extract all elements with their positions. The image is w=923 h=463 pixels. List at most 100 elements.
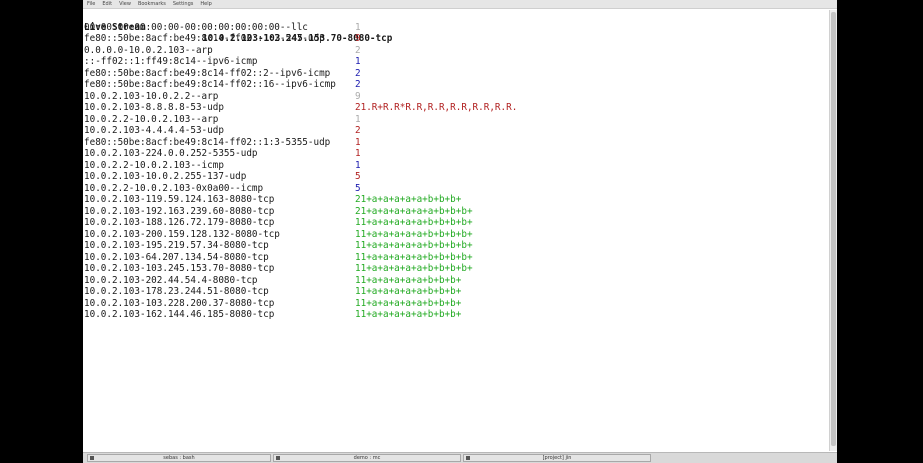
stream-row: 10.0.2.103-103.228.200.37-8080-tcp 11+a+a… xyxy=(84,298,824,310)
task-label: sebas : bash xyxy=(163,455,195,461)
stream-name: 10.0.2.2-10.0.2.103-0x0a00--icmp xyxy=(84,182,264,194)
stream-row: 10.0.2.103-103.245.153.70-8080-tcp 11+a+a… xyxy=(84,263,824,275)
stream-name: 10.0.2.103-4.4.4.4-53-udp xyxy=(84,125,224,136)
stream-name: 10.0.2.103-64.207.134.54-8080-tcp xyxy=(84,251,269,263)
stream-name: fe80::50be:8acf:be49:8c14-ff02::16--ipv6… xyxy=(84,79,336,90)
menu-file[interactable]: File xyxy=(87,0,95,9)
stream-value: 11+a+a+a+a+a+b+b+b+b+ xyxy=(355,251,473,263)
stream-name: 10.0.2.2-10.0.2.103--arp xyxy=(84,113,219,125)
terminal-icon xyxy=(276,456,280,460)
stream-name: ::-ff02::1:ff49:8c14--ipv6-icmp xyxy=(84,56,258,67)
live-stream-header: Live Stream 10.0.2.103-103.245.153.70-80… xyxy=(84,10,824,45)
stream-name: 10.0.2.103-202.44.54.4-8080-tcp xyxy=(84,274,258,286)
stream-row: 10.0.2.103-178.23.244.51-8080-tcp 11+a+a+… xyxy=(84,286,824,298)
stream-value: 21.R+R.R*R.R,R.R,R.R,R.R,R.R. xyxy=(355,102,518,113)
stream-value: 2 xyxy=(355,44,361,56)
stream-name: 0.0.0.0-10.0.2.103--arp xyxy=(84,44,213,56)
stream-row: 0.0.0.0-10.0.2.103--arp 2 xyxy=(84,45,824,57)
stream-value: 9 xyxy=(355,90,361,102)
stream-row: 10.0.2.2-10.0.2.103--icmp 1 xyxy=(84,160,824,172)
stream-row: 10.0.2.103-4.4.4.4-53-udp 2 xyxy=(84,125,824,137)
menu-bar: File Edit View Bookmarks Settings Help xyxy=(83,0,837,9)
task-label: demo : mc xyxy=(353,455,381,461)
stream-value: 1 xyxy=(355,136,361,148)
stream-value: 1 xyxy=(355,21,361,33)
stream-value: 11+a+a+a+a+a+b+b+b+b+ xyxy=(355,217,473,228)
menu-view[interactable]: View xyxy=(119,0,131,9)
stream-value: 11+a+a+a+a+a+b+b+b+ xyxy=(355,286,462,297)
stream-value: 5 xyxy=(355,182,361,194)
terminal-output[interactable]: Live Stream 10.0.2.103-103.245.153.70-80… xyxy=(83,10,828,451)
menu-help[interactable]: Help xyxy=(200,0,211,9)
stream-value: 1 xyxy=(355,159,361,171)
stream-row: fe80::50be:8acf:be49:8c14-ff02::16--ipv6… xyxy=(84,79,824,91)
stream-row: 10.0.2.103-188.126.72.179-8080-tcp 11+a+a… xyxy=(84,217,824,229)
task-project-jin[interactable]: [project] jin xyxy=(463,454,651,462)
stream-value: 11+a+a+a+a+a+b+b+b+ xyxy=(355,297,462,309)
menu-edit[interactable]: Edit xyxy=(102,0,112,9)
terminal-icon xyxy=(90,456,94,460)
stream-name: 00:00:00:00:00:00-00:00:00:00:00:00--llc xyxy=(84,21,308,33)
stream-name: 10.0.2.103-119.59.124.163-8080-tcp xyxy=(84,194,275,205)
stream-row: 10.0.2.103-64.207.134.54-8080-tcp 11+a+a+… xyxy=(84,252,824,264)
stream-name: 10.0.2.103-8.8.8.8-53-udp xyxy=(84,102,224,113)
stream-row: 10.0.2.103-200.159.128.132-8080-tcp 11+a+… xyxy=(84,229,824,241)
stream-row: 00:00:00:00:00:00-00:00:00:00:00:00--llc… xyxy=(84,22,824,34)
stream-value: 11+a+a+a+a+a+b+b+b+ xyxy=(355,274,462,286)
stream-name: 10.0.2.103-192.163.239.60-8080-tcp xyxy=(84,205,275,217)
task-demo-mc[interactable]: demo : mc xyxy=(273,454,461,462)
stream-row: 10.0.2.2-10.0.2.103-0x0a00--icmp 5 xyxy=(84,183,824,195)
stream-row: 10.0.2.103-8.8.8.8-53-udp 21.R+R.R*R.R,R.… xyxy=(84,102,824,114)
stream-name: 10.0.2.103-162.144.46.185-8080-tcp xyxy=(84,309,275,320)
stream-row: fe80::50be:8acf:be49:8c14-ff02::1:3-5355… xyxy=(84,137,824,149)
stream-name: fe80::50be:8acf:be49:8c14-ff02::1:3-5355… xyxy=(84,136,331,148)
stream-name: 10.0.2.103-103.228.200.37-8080-tcp xyxy=(84,297,275,309)
menu-bookmarks[interactable]: Bookmarks xyxy=(138,0,166,9)
stream-row: 10.0.2.103-202.44.54.4-8080-tcp 11+a+a+a+… xyxy=(84,275,824,287)
stream-name: fe80::50be:8acf:be49:8c14-ff02::2--ipv6-… xyxy=(84,67,331,79)
stream-name: fe80::50be:8acf:be49:8c14-ff02::1:2-547-… xyxy=(84,33,325,44)
stream-value: 11+a+a+a+a+a+b+b+b+ xyxy=(355,309,462,320)
stream-row: fe80::50be:8acf:be49:8c14-ff02::2--ipv6-… xyxy=(84,68,824,80)
task-sebas-bash[interactable]: sebas : bash xyxy=(87,454,271,462)
stream-row: 10.0.2.103-119.59.124.163-8080-tcp 21+a+a… xyxy=(84,194,824,206)
stream-name: 10.0.2.103-195.219.57.34-8080-tcp xyxy=(84,240,269,251)
stream-value: 5 xyxy=(355,171,361,182)
stream-value: 1 xyxy=(355,113,361,125)
stream-row: 10.0.2.103-10.0.2.255-137-udp 5 xyxy=(84,171,824,183)
task-label: [project] jin xyxy=(542,455,572,461)
stream-value: 2 xyxy=(355,79,361,90)
stream-value: 2 xyxy=(355,125,361,136)
stream-value: 21+a+a+a+a+a+b+b+b+ xyxy=(355,194,462,205)
terminal-icon xyxy=(466,456,470,460)
stream-row: 10.0.2.103-10.0.2.2--arp 9 xyxy=(84,91,824,103)
stream-row: 10.0.2.103-192.163.239.60-8080-tcp 21+a+a… xyxy=(84,206,824,218)
stream-name: 10.0.2.103-200.159.128.132-8080-tcp xyxy=(84,228,280,240)
stream-name: 10.0.2.103-103.245.153.70-8080-tcp xyxy=(84,263,275,274)
stream-row: fe80::50be:8acf:be49:8c14-ff02::1:2-547-… xyxy=(84,33,824,45)
taskbar: sebas : bash demo : mc [project] jin xyxy=(83,452,837,463)
stream-value: 1 xyxy=(355,56,361,67)
stream-value: 9 xyxy=(355,33,361,44)
stream-row: 10.0.2.103-195.219.57.34-8080-tcp 11+a+a+… xyxy=(84,240,824,252)
stream-value: 2 xyxy=(355,67,361,79)
stream-row: 10.0.2.103-162.144.46.185-8080-tcp 11+a+a… xyxy=(84,309,824,321)
stream-name: 10.0.2.103-10.0.2.2--arp xyxy=(84,90,219,102)
stream-value: 11+a+a+a+a+a+b+b+b+b+ xyxy=(355,240,473,251)
terminal-window: File Edit View Bookmarks Settings Help L… xyxy=(83,0,837,463)
stream-name: 10.0.2.103-10.0.2.255-137-udp xyxy=(84,171,247,182)
stream-value: 11+a+a+a+a+a+b+b+b+b+ xyxy=(355,263,473,274)
stream-value: 21+a+a+a+a+a+a+b+b+b+ xyxy=(355,205,473,217)
stream-value: 11+a+a+a+a+a+b+b+b+b+ xyxy=(355,228,473,240)
stream-name: 10.0.2.103-188.126.72.179-8080-tcp xyxy=(84,217,275,228)
stream-name: 10.0.2.103-224.0.0.252-5355-udp xyxy=(84,148,258,159)
menu-settings[interactable]: Settings xyxy=(173,0,194,9)
vertical-scrollbar[interactable] xyxy=(829,10,837,451)
stream-name: 10.0.2.2-10.0.2.103--icmp xyxy=(84,159,224,171)
scrollbar-thumb[interactable] xyxy=(831,12,836,446)
stream-row: 10.0.2.103-224.0.0.252-5355-udp 1 xyxy=(84,148,824,160)
stream-name: 10.0.2.103-178.23.244.51-8080-tcp xyxy=(84,286,269,297)
stream-value: 1 xyxy=(355,148,361,159)
stream-row: 10.0.2.2-10.0.2.103--arp 1 xyxy=(84,114,824,126)
stream-row: ::-ff02::1:ff49:8c14--ipv6-icmp 1 xyxy=(84,56,824,68)
